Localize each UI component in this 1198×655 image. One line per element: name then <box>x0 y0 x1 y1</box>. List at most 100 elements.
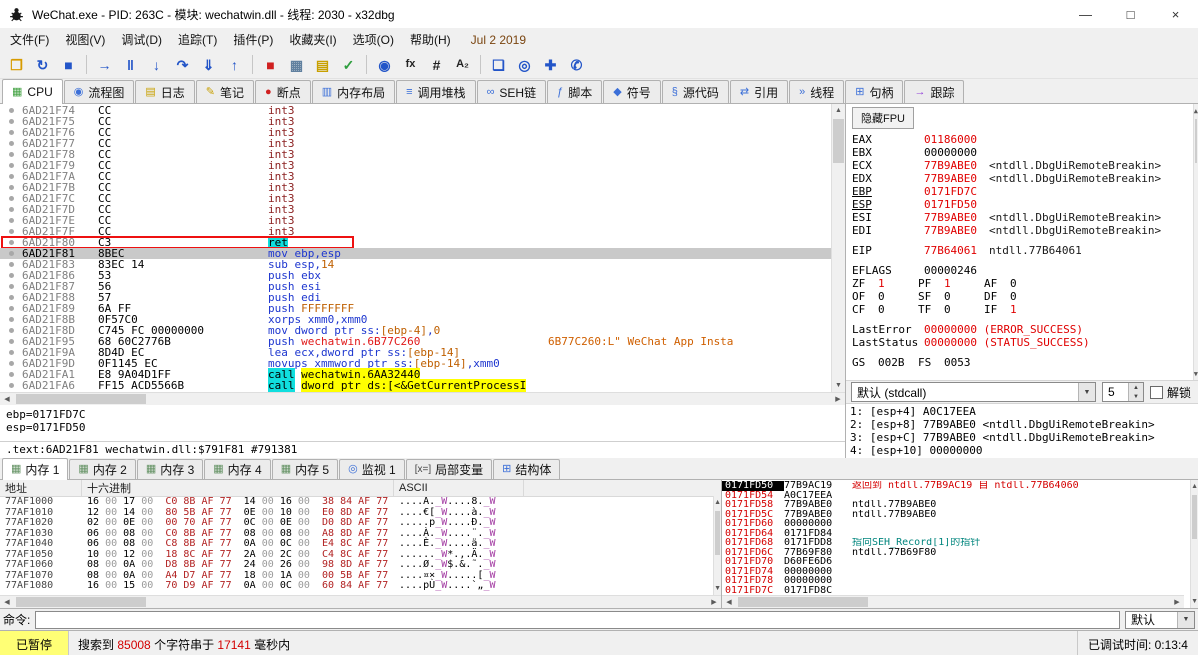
menu-item[interactable]: 收藏夹(I) <box>281 28 344 51</box>
breakpoint-dot-icon[interactable] <box>9 163 14 168</box>
breakpoint-gutter[interactable] <box>0 204 22 215</box>
breakpoint-gutter[interactable] <box>0 369 22 380</box>
tab-memory-4[interactable]: ▦内存 4 <box>204 459 270 479</box>
breakpoint-gutter[interactable] <box>0 215 22 226</box>
menu-item[interactable]: 追踪(T) <box>170 28 225 51</box>
scroll-right-icon[interactable]: ▶ <box>1170 598 1184 606</box>
tab-breakpoints[interactable]: ●断点 <box>255 80 311 103</box>
command-input[interactable] <box>35 611 1120 629</box>
scroll-down-icon[interactable]: ▼ <box>832 379 845 392</box>
step-over-button[interactable]: ↷ <box>170 53 195 77</box>
tab-symbols[interactable]: ◆符号 <box>603 80 660 103</box>
breakpoint-dot-icon[interactable] <box>9 229 14 234</box>
stack-vertical-scrollbar[interactable]: ▲ ▼ <box>1190 480 1198 608</box>
dump-vertical-scrollbar[interactable]: ▲ ▼ <box>713 496 721 595</box>
breakpoint-gutter[interactable] <box>0 336 22 347</box>
disasm-row[interactable]: 6AD21F80C3ret <box>0 237 831 248</box>
tab-memory-3[interactable]: ▦内存 3 <box>137 459 203 479</box>
disasm-horizontal-scrollbar[interactable]: ◀ ▶ <box>0 392 845 405</box>
scroll-track[interactable] <box>1194 117 1198 367</box>
breakpoint-dot-icon[interactable] <box>9 262 14 267</box>
breakpoint-gutter[interactable] <box>0 160 22 171</box>
phone-button[interactable]: ✆ <box>564 53 589 77</box>
menu-item[interactable]: 选项(O) <box>345 28 402 51</box>
stop-button[interactable]: ■ <box>56 53 81 77</box>
menu-item[interactable]: 插件(P) <box>225 28 281 51</box>
stepper-up-icon[interactable]: ▲ <box>1129 383 1143 392</box>
open-file-button[interactable]: ❒ <box>4 53 29 77</box>
breakpoint-gutter[interactable] <box>0 116 22 127</box>
register-row[interactable]: ZF1PF1AF0 <box>852 277 1198 290</box>
register-row[interactable]: OF0SF0DF0 <box>852 290 1198 303</box>
breakpoint-dot-icon[interactable] <box>9 284 14 289</box>
disasm-row[interactable]: 6AD21F7ACCint3 <box>0 171 831 182</box>
stack-row[interactable]: 0171FD7C0171FD8C <box>722 586 1184 596</box>
memory-map-button[interactable]: ▦ <box>284 53 309 77</box>
registers-scrollbar[interactable]: ▲ ▼ <box>1193 104 1198 380</box>
breakpoint-gutter[interactable] <box>0 105 22 116</box>
argument-row[interactable]: 2: [esp+8] 77B9ABE0 <ntdll.DbgUiRemoteBr… <box>850 418 1194 431</box>
breakpoint-gutter[interactable] <box>0 325 22 336</box>
tab-memory-5[interactable]: ▦内存 5 <box>272 459 338 479</box>
disasm-row[interactable]: 6AD21F8653push ebx <box>0 270 831 281</box>
menu-item[interactable]: 文件(F) <box>2 28 57 51</box>
breakpoint-gutter[interactable] <box>0 171 22 182</box>
tab-watch-1[interactable]: ◎监视 1 <box>339 459 405 479</box>
tab-handles[interactable]: ⊞句柄 <box>845 80 903 103</box>
settings-button[interactable]: ◉ <box>372 53 397 77</box>
breakpoint-dot-icon[interactable] <box>9 119 14 124</box>
tab-trace[interactable]: →跟踪 <box>904 80 964 103</box>
dump-row[interactable]: 77AF108016 00 15 00 70 D9 AF 77 0A 00 0C… <box>0 581 721 592</box>
breakpoint-dot-icon[interactable] <box>9 152 14 157</box>
hide-fpu-button[interactable]: 隐藏FPU <box>852 107 914 129</box>
tab-memory-2[interactable]: ▦内存 2 <box>69 459 135 479</box>
az-button[interactable]: A₂ <box>450 53 475 77</box>
breakpoint-dot-icon[interactable] <box>9 372 14 377</box>
disasm-row[interactable]: 6AD21F8383EC 14sub esp,14 <box>0 259 831 270</box>
breakpoint-dot-icon[interactable] <box>9 218 14 223</box>
disasm-row[interactable]: 6AD21FA6FF15 ACD5566Bcall dword ptr ds:[… <box>0 380 831 391</box>
window-button[interactable]: ❏ <box>486 53 511 77</box>
scroll-up-icon[interactable]: ▲ <box>1194 104 1198 117</box>
scroll-thumb[interactable] <box>16 597 146 607</box>
register-row[interactable]: EDX77B9ABE0<ntdll.DbgUiRemoteBreakin> <box>852 172 1198 185</box>
command-mode-select[interactable]: 默认 ▼ <box>1125 611 1195 629</box>
breakpoint-dot-icon[interactable] <box>9 350 14 355</box>
scroll-thumb[interactable] <box>16 394 146 404</box>
step-into-button[interactable]: ↓ <box>144 53 169 77</box>
tab-cpu[interactable]: ▦CPU <box>2 79 63 104</box>
register-row[interactable]: ESP0171FD50 <box>852 198 1198 211</box>
breakpoint-gutter[interactable] <box>0 314 22 325</box>
disasm-row[interactable]: 6AD21F7ECCint3 <box>0 215 831 226</box>
scroll-track[interactable] <box>832 117 845 379</box>
breakpoint-gutter[interactable] <box>0 193 22 204</box>
breakpoint-gutter[interactable] <box>0 292 22 303</box>
tab-seh-chain[interactable]: ∞SEH链 <box>477 80 547 103</box>
breakpoint-dot-icon[interactable] <box>9 317 14 322</box>
breakpoint-gutter[interactable] <box>0 149 22 160</box>
disasm-row[interactable]: 6AD21F78CCint3 <box>0 149 831 160</box>
argument-row[interactable]: 4: [esp+10] 00000000 <box>850 444 1194 457</box>
breakpoint-gutter[interactable] <box>0 248 22 259</box>
tab-graph[interactable]: ◉流程图 <box>64 80 135 103</box>
scroll-down-icon[interactable]: ▼ <box>1194 367 1198 380</box>
disasm-vertical-scrollbar[interactable]: ▲ ▼ <box>831 104 845 392</box>
scroll-thumb[interactable] <box>738 597 868 607</box>
scroll-thumb[interactable] <box>715 511 720 555</box>
stepper-down-icon[interactable]: ▼ <box>1129 392 1143 401</box>
register-row[interactable]: EDI77B9ABE0<ntdll.DbgUiRemoteBreakin> <box>852 224 1198 237</box>
minimize-button[interactable]: — <box>1063 0 1108 28</box>
scroll-right-icon[interactable]: ▶ <box>831 395 845 403</box>
tab-memory-1[interactable]: ▦内存 1 <box>2 458 68 480</box>
scroll-track[interactable] <box>1191 493 1198 595</box>
scroll-left-icon[interactable]: ◀ <box>722 598 736 606</box>
breakpoint-gutter[interactable] <box>0 281 22 292</box>
breakpoint-gutter[interactable] <box>0 380 22 391</box>
scroll-down-icon[interactable]: ▼ <box>714 582 721 595</box>
breakpoint-gutter[interactable] <box>0 138 22 149</box>
argument-row[interactable]: 1: [esp+4] A0C17EEA <box>850 405 1194 418</box>
breakpoint-dot-icon[interactable] <box>9 339 14 344</box>
argument-count-stepper[interactable]: 5 ▲▼ <box>1102 382 1144 402</box>
register-row[interactable]: EFLAGS00000246 <box>852 264 1198 277</box>
breakpoint-dot-icon[interactable] <box>9 251 14 256</box>
